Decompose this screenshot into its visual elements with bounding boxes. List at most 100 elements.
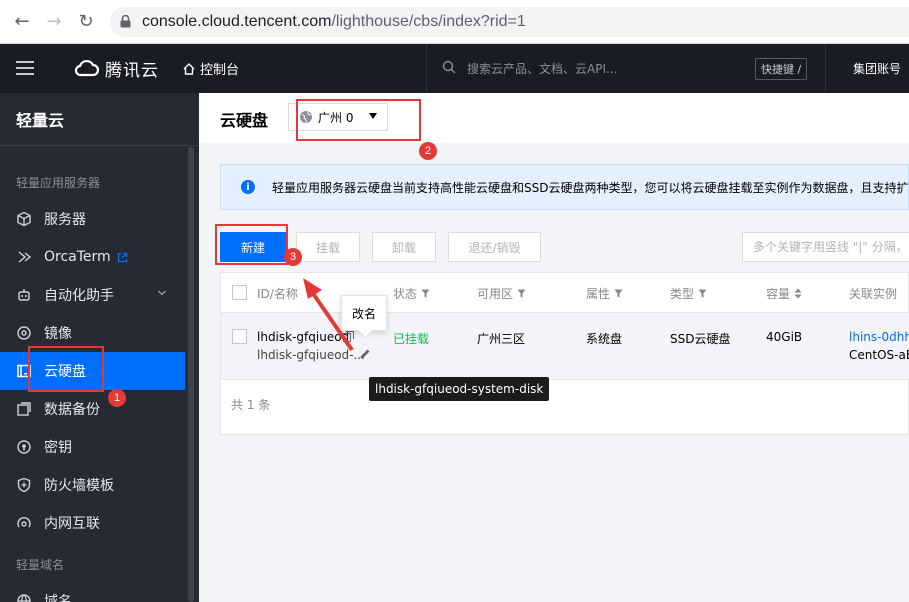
attribute-value: 系统盘 [586,332,623,346]
info-notice: i 轻量应用服务器云硬盘当前支持高性能云硬盘和SSD云硬盘两种类型，您可以将云硬… [220,164,909,210]
sidebar-item-firewall[interactable]: 防火墙模板 [0,466,185,504]
browser-toolbar: ← → ↻ console.cloud.tencent.com/lighthou… [0,0,909,44]
sidebar-item-label: 防火墙模板 [44,478,114,494]
total-count: 共 1 条 [231,398,271,412]
annotation-box-region [296,99,421,141]
cloud-logo-icon [74,59,100,77]
zone-value: 广州三区 [477,332,526,346]
filter-icon [614,289,623,298]
shortcut-badge[interactable]: 快捷键 / [755,58,808,80]
logo-text: 腾讯云 [105,60,159,81]
type-value: SSD云硬盘 [670,332,731,346]
header-id-name: ID/名称 [257,287,298,301]
instance-link[interactable]: lhins-0dhhu [849,330,909,344]
sidebar-item-label: 密钥 [44,440,72,456]
cube-icon [16,211,32,227]
globe-icon [16,593,32,602]
home-icon [183,62,195,75]
url-path: /lighthouse/cbs/index?rid=1 [331,13,526,30]
sidebar-title: 轻量云 [16,111,65,130]
sidebar-item-automation[interactable]: 自动化助手 [0,276,185,314]
group-account-link[interactable]: 集团账号 [853,60,901,77]
url-host: console.cloud.tencent.com [142,13,332,30]
table-row[interactable]: lhdisk-gfqiueod lhdisk-gfqiueod-... 已挂载 … [221,313,909,380]
status-badge: 已挂载 [393,332,430,346]
disk-id: lhdisk-gfqiueod [257,330,350,344]
sidebar-divider [0,145,199,146]
main-content: 云硬盘 广州 0 i 轻量应用服务器云硬盘当前支持高性能云硬盘和SSD云硬盘两种… [199,93,909,602]
edit-pencil-icon[interactable] [359,348,371,360]
select-all-checkbox[interactable] [232,285,247,300]
header-attribute-label: 属性 [586,287,611,301]
sidebar-item-label: 内网互联 [44,516,100,532]
rename-tooltip: 改名 [341,295,387,331]
sidebar-item-orcaterm[interactable]: OrcaTerm [0,238,185,276]
terminal-icon [16,249,32,265]
console-link[interactable]: 控制台 [182,59,239,78]
network-icon [16,515,32,531]
filter-icon [421,289,430,298]
top-header: 腾讯云 控制台 搜索云产品、文档、云API... 快捷键 / 集团账号 [0,44,909,93]
back-icon[interactable]: ← [12,12,32,32]
sidebar-item-label: OrcaTerm [44,249,111,265]
annotation-box-cloud-disk [28,346,104,392]
disc-icon [16,325,32,341]
sidebar-item-label: 镜像 [44,326,72,342]
header-type[interactable]: 类型 [670,285,707,302]
sidebar-item-key[interactable]: 密钥 [0,428,185,466]
shield-icon [16,477,32,493]
info-icon: i [241,180,255,194]
sidebar-item-backup[interactable]: 数据备份 [0,390,185,428]
disk-table: ID/名称 状态 可用区 属性 类型 容量 关联实例 lhdisk-gfqiue… [220,272,909,435]
disk-search-input[interactable] [743,233,909,261]
unmount-button[interactable]: 卸载 [372,232,436,262]
annotation-box-new-button [215,224,288,265]
reload-icon[interactable]: ↻ [76,12,96,32]
header-type-label: 类型 [670,287,695,301]
external-link-icon [117,252,127,262]
sidebar-scrollbar[interactable] [188,147,194,602]
tencent-cloud-logo[interactable]: 腾讯云 [74,57,159,81]
forward-icon[interactable]: → [44,12,64,32]
sidebar-item-server[interactable]: 服务器 [0,200,185,238]
info-text: 轻量应用服务器云硬盘当前支持高性能云硬盘和SSD云硬盘两种类型，您可以将云硬盘挂… [272,180,909,195]
header-zone[interactable]: 可用区 [477,285,526,302]
sidebar-section-domain: 轻量域名 [16,558,65,572]
search-icon [442,60,456,74]
annotation-number-2: 2 [419,142,437,160]
sidebar-item-label: 域名 [44,594,72,602]
global-search[interactable]: 搜索云产品、文档、云API... 快捷键 / [426,44,826,93]
chevron-down-icon [158,290,166,296]
key-icon [16,439,32,455]
refund-destroy-button[interactable]: 退还/销毁 [448,232,541,262]
console-label: 控制台 [200,63,240,78]
table-header-row: ID/名称 状态 可用区 属性 类型 容量 关联实例 [221,273,909,313]
header-status[interactable]: 状态 [393,285,430,302]
page-title: 云硬盘 [220,111,269,130]
mount-button[interactable]: 挂载 [296,232,360,262]
copy-icon[interactable] [343,331,354,342]
header-instance: 关联实例 [849,287,898,301]
sidebar-item-intranet[interactable]: 内网互联 [0,504,185,542]
address-bar[interactable]: console.cloud.tencent.com/lighthouse/cbs… [110,7,909,37]
instance-os: CentOS-aB [849,348,909,362]
sidebar-item-domain[interactable]: 域名 [0,582,185,602]
annotation-number-3: 3 [284,248,302,266]
header-capacity[interactable]: 容量 [766,285,802,302]
filter-icon [698,289,707,298]
lock-icon [120,15,131,28]
url-text: console.cloud.tencent.com/lighthouse/cbs… [142,13,526,31]
disk-name: lhdisk-gfqiueod-... [257,348,365,362]
sidebar-item-label: 自动化助手 [44,288,114,304]
header-status-label: 状态 [393,287,418,301]
row-checkbox[interactable] [232,329,247,344]
full-name-tooltip: lhdisk-gfqiueod-system-disk [369,377,550,401]
global-search-placeholder: 搜索云产品、文档、云API... [467,62,618,76]
header-attribute[interactable]: 属性 [586,285,623,302]
filter-icon [517,289,526,298]
disk-search-field[interactable] [742,232,909,262]
menu-icon[interactable] [16,61,34,75]
sidebar-item-label: 服务器 [44,212,86,228]
header-zone-label: 可用区 [477,287,514,301]
capacity-value: 40GiB [766,330,803,344]
